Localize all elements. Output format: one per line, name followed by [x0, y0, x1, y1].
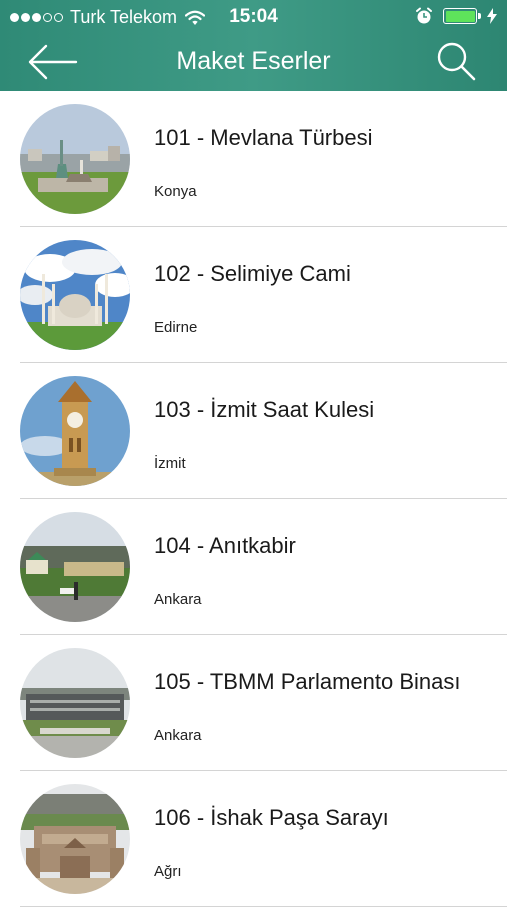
item-location: İzmit [154, 455, 186, 472]
list-item[interactable]: 105 - TBMM Parlamento Binası Ankara [0, 635, 507, 771]
list-item[interactable]: 102 - Selimiye Cami Edirne [0, 227, 507, 363]
item-title: 104 - Anıtkabir [154, 533, 296, 558]
nav-bar: Maket Eserler [0, 34, 507, 91]
thumbnail-image [20, 104, 130, 214]
list-item[interactable]: 103 - İzmit Saat Kulesi İzmit [0, 363, 507, 499]
item-title: 103 - İzmit Saat Kulesi [154, 397, 375, 422]
thumbnail-image [20, 240, 130, 350]
monument-list: 101 - Mevlana Türbesi Konya 102 - Selimi… [0, 91, 507, 907]
item-location: Konya [154, 183, 197, 200]
thumbnail-image [20, 512, 130, 622]
status-right [415, 7, 497, 25]
list-item[interactable]: 101 - Mevlana Türbesi Konya [0, 91, 507, 227]
item-title: 102 - Selimiye Cami [154, 261, 351, 286]
item-title: 106 - İshak Paşa Sarayı [154, 805, 389, 830]
item-title: 101 - Mevlana Türbesi [154, 125, 373, 150]
charging-bolt-icon [487, 8, 497, 24]
battery-level [445, 10, 475, 22]
item-location: Ağrı [154, 863, 182, 880]
thumbnail-image [20, 376, 130, 486]
list-item[interactable]: 106 - İshak Paşa Sarayı Ağrı [0, 771, 507, 907]
battery-charging-icon [443, 8, 481, 24]
item-title: 105 - TBMM Parlamento Binası [154, 669, 461, 694]
thumbnail-image [20, 648, 130, 758]
item-location: Ankara [154, 727, 202, 744]
item-location: Edirne [154, 319, 198, 336]
page-title: Maket Eserler [176, 47, 331, 75]
alarm-clock-icon [416, 7, 432, 24]
item-location: Ankara [154, 591, 202, 608]
search-icon [437, 42, 476, 81]
list-item[interactable]: 104 - Anıtkabir Ankara [0, 499, 507, 635]
search-button[interactable] [435, 40, 477, 82]
thumbnail-image [20, 784, 130, 894]
app-header: Turk Telekom 15:04 Maket Eserler [0, 0, 507, 91]
status-bar: Turk Telekom 15:04 [0, 0, 507, 34]
